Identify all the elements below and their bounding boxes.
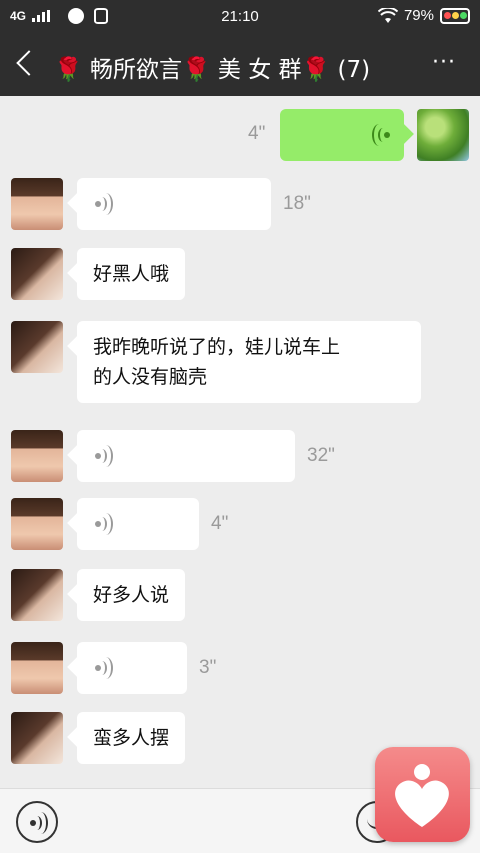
- message-text-line: 的人没有脑壳: [93, 366, 208, 388]
- avatar-lady[interactable]: [11, 248, 63, 300]
- voice-message-mine[interactable]: [280, 109, 404, 161]
- text-message[interactable]: 好多人说: [77, 569, 186, 621]
- voice-message[interactable]: [77, 642, 187, 694]
- avatar-girl[interactable]: [11, 430, 63, 482]
- avatar-lady[interactable]: [11, 569, 63, 621]
- voice-duration: 3": [199, 657, 217, 678]
- message-text: 好黑人哦: [93, 263, 170, 285]
- chat-area[interactable]: 4" 18" 好黑人哦 我昨晚听说了的，娃儿说车上 的人没有脑壳 32" 4" …: [0, 96, 480, 788]
- voice-icon: [30, 812, 52, 834]
- voice-message[interactable]: [77, 430, 295, 482]
- voice-icon: [368, 124, 390, 146]
- avatar-girl[interactable]: [11, 642, 63, 694]
- avatar-lady[interactable]: [11, 712, 63, 764]
- chevron-left-icon[interactable]: [16, 50, 42, 76]
- avatar-me[interactable]: [417, 109, 469, 161]
- message-text: 蛮多人摆: [93, 727, 170, 749]
- message-text: 好多人说: [93, 584, 170, 606]
- text-message[interactable]: 蛮多人摆: [77, 712, 186, 764]
- battery-percent: 79%: [403, 7, 434, 24]
- text-message[interactable]: 我昨晚听说了的，娃儿说车上 的人没有脑壳: [77, 321, 421, 403]
- text-message[interactable]: 好黑人哦: [77, 248, 186, 300]
- voice-message[interactable]: [77, 178, 271, 230]
- battery-dot: [443, 12, 451, 19]
- avatar-lady[interactable]: [11, 321, 63, 373]
- avatar-girl[interactable]: [11, 498, 63, 550]
- voice-duration: 18": [283, 193, 311, 214]
- status-bar: 4G 21:10 79%: [0, 0, 480, 34]
- chat-title: 🌹 畅所欲言🌹 美 女 群🌹 (7): [54, 57, 371, 83]
- voice-icon: [95, 193, 117, 215]
- battery-icon: [440, 7, 470, 24]
- more-dots-icon[interactable]: ···: [432, 50, 456, 75]
- voice-duration: 4": [248, 123, 266, 144]
- voice-duration: 4": [211, 513, 229, 534]
- voice-toggle-button[interactable]: [16, 801, 58, 843]
- voice-icon: [95, 513, 117, 535]
- voice-icon: [95, 657, 117, 679]
- floating-widget[interactable]: [375, 747, 470, 842]
- battery-dot: [459, 12, 467, 19]
- status-right: 79%: [377, 7, 470, 24]
- nav-bar: 🌹 畅所欲言🌹 美 女 群🌹 (7) ···: [0, 34, 480, 96]
- heart-person-icon: [395, 764, 449, 827]
- voice-message[interactable]: [77, 498, 199, 550]
- message-text-line: 我昨晚听说了的，娃儿说车上: [93, 336, 341, 358]
- voice-duration: 32": [307, 445, 335, 466]
- battery-dot: [451, 12, 459, 19]
- wifi-icon: [377, 7, 398, 23]
- avatar-girl[interactable]: [11, 178, 63, 230]
- voice-icon: [95, 445, 117, 467]
